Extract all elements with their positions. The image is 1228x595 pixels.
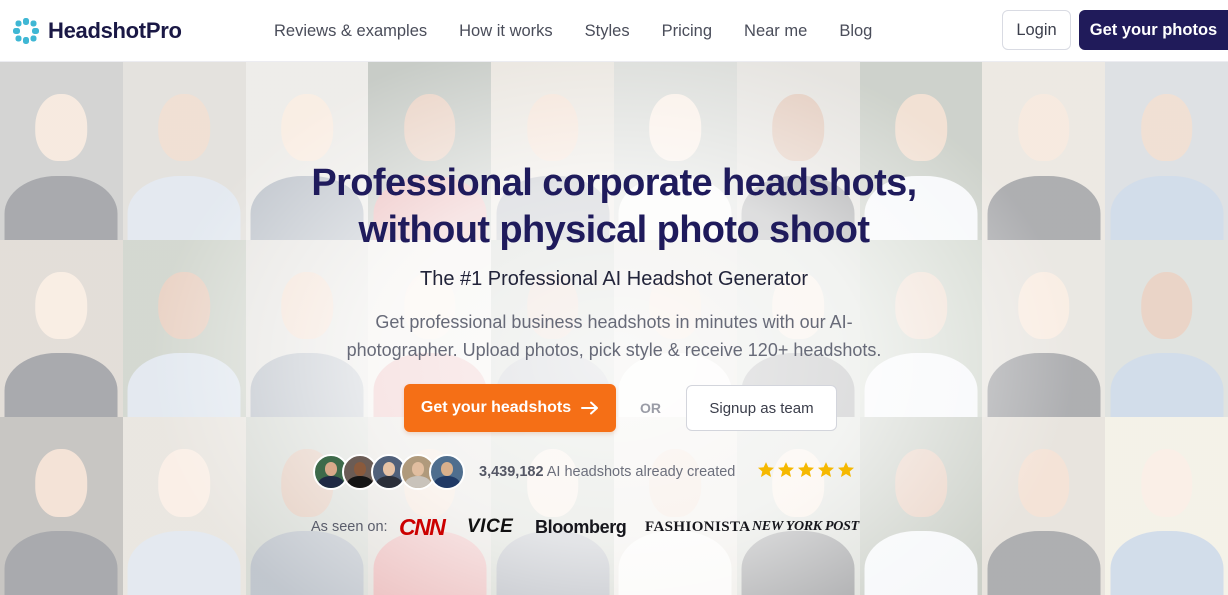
star-icon xyxy=(757,462,775,478)
press-logo-bloomberg: Bloomberg xyxy=(535,516,627,537)
headshotpro-logo-icon xyxy=(13,18,39,44)
avatar-body xyxy=(376,476,402,488)
get-your-headshots-label: Get your headshots xyxy=(420,399,572,416)
as-seen-on-label: As seen on: xyxy=(311,519,388,535)
avatar-head xyxy=(382,461,396,476)
nav-reviews-examples[interactable]: Reviews & examples xyxy=(274,22,427,41)
login-button[interactable]: Login xyxy=(1002,10,1071,50)
main-nav: Reviews & examples How it works Styles P… xyxy=(274,0,904,62)
hero-title-line-2: without physical photo shoot xyxy=(358,209,871,251)
nav-pricing[interactable]: Pricing xyxy=(662,22,712,41)
avatar-body xyxy=(347,476,373,488)
logo[interactable]: HeadshotPro xyxy=(12,16,182,46)
customer-avatar xyxy=(429,454,465,490)
hero-title-line-1: Professional corporate headshots, xyxy=(311,162,917,204)
headshots-count: 3,439,182 xyxy=(479,464,544,480)
nav-how-it-works[interactable]: How it works xyxy=(459,22,553,41)
avatar-body xyxy=(405,476,431,488)
star-icon xyxy=(817,462,835,478)
avatar-body xyxy=(318,476,344,488)
star-icon xyxy=(777,462,795,478)
hero-description: Get professional business headshots in m… xyxy=(324,308,904,364)
nav-blog[interactable]: Blog xyxy=(839,22,872,41)
hero-title: Professional corporate headshots, withou… xyxy=(214,160,1014,254)
avatar-head xyxy=(440,461,454,476)
nav-near-me[interactable]: Near me xyxy=(744,22,807,41)
press-logo-fashionista: FASHIONISTA xyxy=(645,518,751,535)
press-logo-cnn: CNN xyxy=(399,513,446,540)
avatar-head xyxy=(353,461,367,476)
hero-subtitle: The #1 Professional AI Headshot Generato… xyxy=(419,268,808,290)
avatar-body xyxy=(434,476,460,488)
or-separator: OR xyxy=(640,400,661,416)
press-logo-new-york-post: NEW YORK POST xyxy=(752,519,859,534)
headshots-count-suffix: AI headshots already created xyxy=(546,464,736,480)
avatar-head xyxy=(324,461,338,476)
headshots-created-counter: 3,439,182 AI headshots already created xyxy=(479,464,735,480)
avatar-head xyxy=(411,461,425,476)
hero-description-line-1: Get professional business headshots in m… xyxy=(375,312,853,332)
rating-stars xyxy=(757,461,855,479)
press-logo-vice: VICE xyxy=(467,516,514,537)
star-icon xyxy=(837,462,855,478)
get-your-photos-button[interactable]: Get your photos xyxy=(1079,10,1228,50)
star-icon xyxy=(797,462,815,478)
arrow-right-icon xyxy=(581,401,599,415)
customer-avatars xyxy=(313,454,465,490)
logo-text: HeadshotPro xyxy=(48,18,182,43)
nav-styles[interactable]: Styles xyxy=(585,22,630,41)
hero-description-line-2: photographer. Upload photos, pick style … xyxy=(346,340,882,360)
signup-as-team-button[interactable]: Signup as team xyxy=(686,385,837,431)
get-your-headshots-button[interactable]: Get your headshots xyxy=(404,384,616,432)
site-header: HeadshotPro Reviews & examples How it wo… xyxy=(0,0,1228,62)
